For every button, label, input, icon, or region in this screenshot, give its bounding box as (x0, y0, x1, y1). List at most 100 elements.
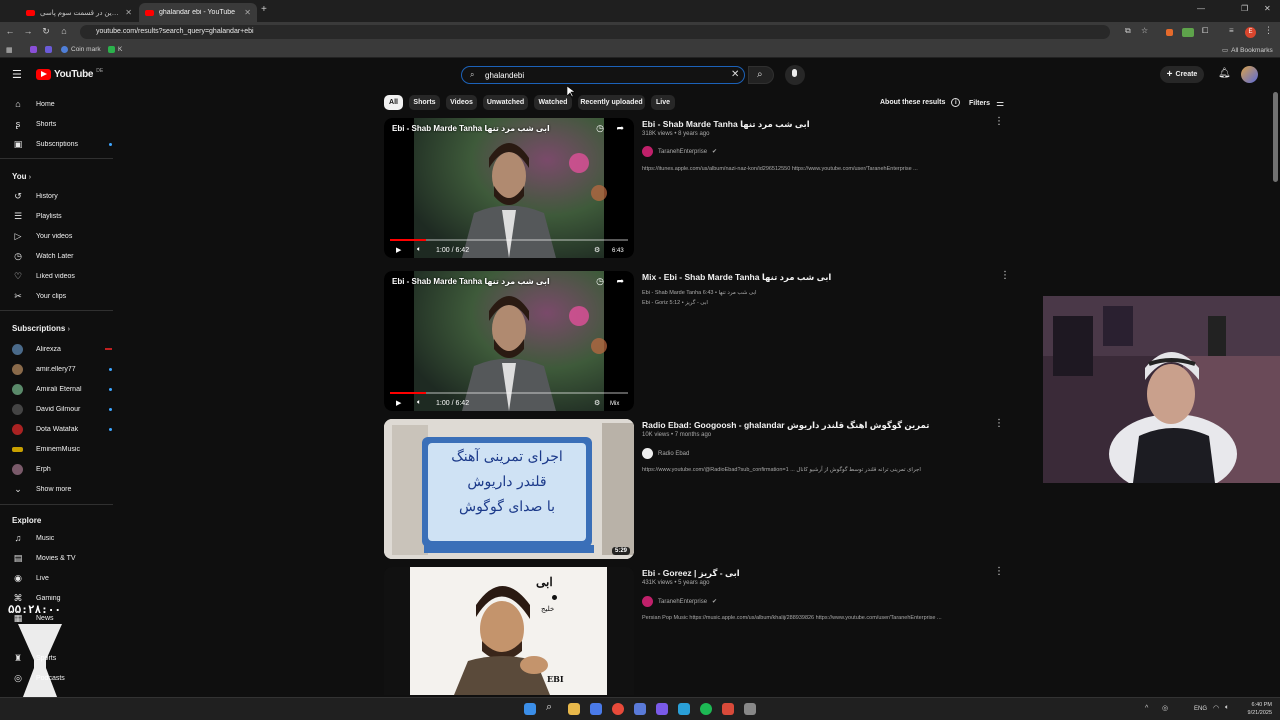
play-icon[interactable]: ▶ (396, 399, 401, 407)
sidebar-item-watch-later[interactable]: ◷ Watch Later (12, 248, 112, 264)
channel-link[interactable]: TaranehEnterprise ✔ (642, 596, 717, 607)
tab-search-icon[interactable]: ≡ (1229, 26, 1234, 35)
wifi-icon[interactable]: ◠ (1213, 704, 1219, 712)
bookmark-filter[interactable] (45, 46, 52, 53)
search-box[interactable]: ⌕ ghalandebi ✕ (461, 66, 745, 84)
video-title-2[interactable]: Mix - Ebi - Shab Marde Tanha ابی شب مرد … (642, 272, 831, 283)
video-thumbnail-2[interactable]: Ebi - Shab Marde Tanha ابی شب مرد تنها ◷… (384, 271, 634, 411)
youtube-logo[interactable]: YouTube DE (36, 68, 103, 80)
chrome-icon[interactable] (612, 703, 624, 715)
sidebar-item-live[interactable]: ◉ Live (12, 570, 112, 586)
tray-overflow-icon[interactable]: ^ (1145, 705, 1148, 712)
sidebar-sub-david-gilmour[interactable]: David Gilmour (12, 401, 112, 417)
settings-gear-icon[interactable]: ⚙ (594, 399, 600, 407)
language-indicator[interactable]: ENG (1194, 706, 1207, 712)
app-icon[interactable] (744, 703, 756, 715)
app-icon[interactable] (634, 703, 646, 715)
sidebar-item-music[interactable]: ♫ Music (12, 530, 112, 546)
create-button[interactable]: + Create (1160, 66, 1204, 83)
about-these-results[interactable]: About these results i (880, 98, 961, 107)
channel-link[interactable]: Radio Ebad (642, 448, 689, 459)
share-icon[interactable]: ➦ (616, 123, 624, 134)
video-progress-bar[interactable] (390, 239, 628, 241)
video-thumbnail-1[interactable]: Ebi - Shab Marde Tanha ابی شب مرد تنها ◷… (384, 118, 634, 258)
more-actions-icon[interactable]: ⋮ (1000, 270, 1010, 281)
play-icon[interactable]: ▶ (396, 246, 401, 254)
menu-dots-icon[interactable]: ⋮ (1264, 25, 1273, 36)
browser-tab-1[interactable]: فرزاد فرزین در قسمت سوم پاسی ✕ (20, 3, 138, 22)
notifications-bell-icon[interactable]: 🔔︎ (1218, 68, 1231, 79)
page-scrollbar[interactable] (1273, 92, 1278, 182)
reload-icon[interactable]: ↻ (40, 26, 52, 37)
more-actions-icon[interactable]: ⋮ (994, 116, 1004, 127)
sidebar-item-history[interactable]: ↺ History (12, 188, 112, 204)
volume-icon[interactable]: 🔈︎ (417, 399, 421, 407)
sidebar-item-your-videos[interactable]: ▷ Your videos (12, 228, 112, 244)
app-icon[interactable] (590, 703, 602, 715)
search-input[interactable]: ghalandebi (485, 71, 524, 80)
share-icon[interactable]: ➦ (616, 276, 624, 287)
sidebar-item-playlists[interactable]: ☰ Playlists (12, 208, 112, 224)
sidebar-item-liked-videos[interactable]: ♡ Liked videos (12, 268, 112, 284)
install-icon[interactable]: ⧉ (1125, 26, 1131, 36)
chip-live[interactable]: Live (651, 95, 675, 110)
mix-item[interactable]: Ebi - Shab Marde Tanha 6:43 • ابی شب مرد… (642, 290, 757, 296)
telegram-icon[interactable] (678, 703, 690, 715)
star-icon[interactable]: ☆ (1141, 26, 1148, 35)
sidebar-sub-eminemmusic[interactable]: EminemMusic (12, 441, 112, 457)
voice-search-button[interactable] (785, 65, 805, 85)
video-progress-bar[interactable] (390, 392, 628, 394)
volume-icon[interactable]: 🔈︎ (1225, 704, 1229, 712)
sidebar-item-home[interactable]: ⌂ Home (12, 96, 112, 112)
chip-unwatched[interactable]: Unwatched (483, 95, 528, 110)
close-tab-icon[interactable]: ✕ (125, 8, 132, 17)
clear-search-icon[interactable]: ✕ (731, 69, 739, 80)
system-clock[interactable]: 6:40 PM 9/21/2025 (1248, 701, 1272, 717)
bookmark-coin-mark[interactable]: Coin mark (61, 46, 101, 53)
mix-item[interactable]: Ebi - Goriz 5:12 • ابی - گریز (642, 300, 708, 306)
sidebar-show-more[interactable]: ⌄ Show more (12, 481, 112, 497)
sidebar-item-movies[interactable]: ▤ Movies & TV (12, 550, 112, 566)
subscriptions-heading[interactable]: Subscriptions › (12, 324, 70, 333)
profile-icon[interactable]: E (1245, 27, 1256, 38)
sidebar-item-your-clips[interactable]: ✂ Your clips (12, 288, 112, 304)
back-icon[interactable]: ← (4, 26, 16, 36)
chip-all[interactable]: All (384, 95, 403, 110)
video-title-4[interactable]: Ebi - Goreez | ابی - گریز (642, 568, 740, 579)
extension-icon[interactable] (1166, 29, 1173, 36)
apps-grid-icon[interactable]: ▦ (6, 46, 13, 54)
home-browser-icon[interactable]: ⌂ (58, 26, 70, 36)
account-avatar[interactable] (1241, 66, 1258, 83)
sidebar-sub-amirali-eternal[interactable]: Amirali Eternal (12, 381, 112, 397)
extensions-puzzle-icon[interactable]: ⧠ (1202, 26, 1208, 36)
windows-start-icon[interactable] (524, 703, 536, 715)
spotify-icon[interactable] (700, 703, 712, 715)
forward-icon[interactable]: → (22, 26, 34, 36)
you-heading[interactable]: You › (12, 172, 31, 181)
sidebar-sub-alirexza[interactable]: Alirexza (12, 341, 112, 357)
file-explorer-icon[interactable] (568, 703, 580, 715)
tray-app-icon[interactable]: ◎ (1162, 704, 1168, 712)
sidebar-sub-dota-watafak[interactable]: Dota Watafak (12, 421, 112, 437)
bookmark-purple[interactable] (30, 46, 37, 53)
channel-link[interactable]: TaranehEnterprise ✔ (642, 146, 717, 157)
video-thumbnail-4[interactable]: ابی خلیج EBI (384, 567, 634, 695)
app-icon[interactable] (722, 703, 734, 715)
chip-shorts[interactable]: Shorts (409, 95, 440, 110)
search-icon[interactable]: ⌕ (546, 701, 552, 714)
settings-gear-icon[interactable]: ⚙ (594, 246, 600, 254)
video-title-3[interactable]: Radio Ebad: Googoosh - ghalandar تمرین گ… (642, 420, 929, 431)
sidebar-item-subscriptions[interactable]: ▣ Subscriptions (12, 136, 112, 152)
maximize-icon[interactable]: ❐ (1241, 4, 1248, 13)
sidebar-sub-amir-ellery77[interactable]: amir.ellery77 (12, 361, 112, 377)
search-button[interactable]: ⌕ (748, 66, 774, 84)
watch-later-icon[interactable]: ◷ (596, 276, 604, 287)
more-actions-icon[interactable]: ⋮ (994, 566, 1004, 577)
filters-button[interactable]: Filters ⚌ (969, 98, 1004, 109)
hamburger-menu-icon[interactable]: ☰ (12, 68, 22, 81)
close-tab-icon[interactable]: ✕ (244, 8, 251, 17)
video-thumbnail-3[interactable]: اجرای تمرینی آهنگ قلندر داریوش با صدای گ… (384, 419, 634, 559)
chip-videos[interactable]: Videos (446, 95, 477, 110)
chip-recently-uploaded[interactable]: Recently uploaded (578, 95, 645, 110)
video-title-1[interactable]: Ebi - Shab Marde Tanha ابی شب مرد تنها (642, 119, 810, 130)
